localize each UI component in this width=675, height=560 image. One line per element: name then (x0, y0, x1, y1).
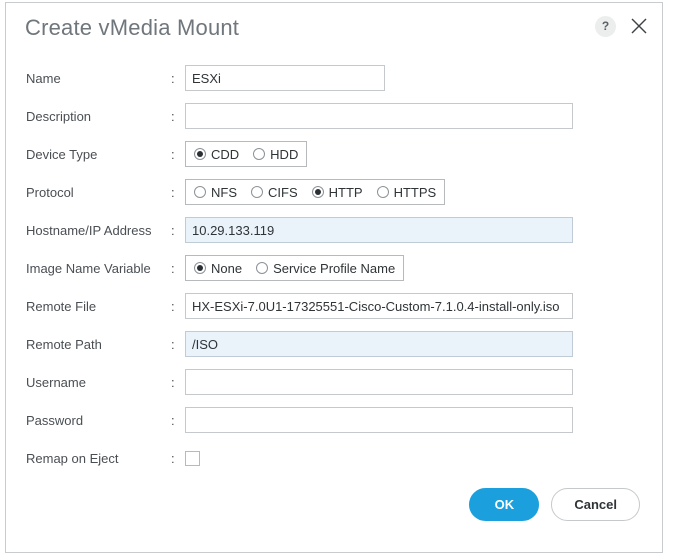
help-icon[interactable]: ? (595, 15, 616, 37)
name-input[interactable] (185, 65, 385, 91)
radio-option-cdd[interactable]: CDD (194, 147, 239, 162)
form-row: Password: (6, 401, 662, 439)
radio-mark-icon (376, 186, 389, 198)
form-body: Name:Description:Device Type:CDDHDDProto… (6, 59, 662, 477)
hostname-ip-address-input[interactable] (185, 217, 573, 243)
radio-mark-icon (256, 262, 269, 274)
radio-option-label: Service Profile Name (273, 260, 396, 276)
field-separator: : (171, 298, 175, 314)
form-row: Hostname/IP Address: (6, 211, 662, 249)
radio-option-label: CDD (211, 146, 240, 162)
field-label: Username (26, 374, 86, 390)
field-separator: : (171, 336, 175, 352)
radio-option-nfs[interactable]: NFS (194, 185, 237, 200)
remote-file-input[interactable] (185, 293, 573, 319)
remote-path-input[interactable] (185, 331, 573, 357)
header-actions: ? (595, 15, 650, 37)
radio-option-label: CIFS (268, 184, 298, 200)
radio-mark-icon (194, 262, 206, 274)
device-type-radio-group: CDD HDD (185, 141, 308, 167)
form-row: Remote Path: (6, 325, 662, 363)
field-separator: : (171, 260, 175, 276)
form-row: Remote File: (6, 287, 662, 325)
field-label: Protocol (26, 184, 74, 200)
radio-option-service-profile-name[interactable]: Service Profile Name (256, 261, 395, 276)
field-label: Description (26, 108, 92, 124)
field-label: Remote Path (26, 336, 102, 352)
field-label: Image Name Variable (26, 260, 151, 276)
radio-option-cifs[interactable]: CIFS (251, 185, 298, 200)
field-separator: : (171, 412, 175, 428)
radio-mark-icon (194, 148, 206, 160)
protocol-radio-group: NFS CIFS HTTP HTTPS (185, 179, 446, 205)
radio-option-label: HTTPS (393, 184, 437, 200)
form-row: Description: (6, 97, 662, 135)
radio-option-hdd[interactable]: HDD (253, 147, 298, 162)
dialog-actions: OK Cancel (469, 488, 640, 521)
radio-option-label: NFS (211, 184, 237, 200)
form-row: Username: (6, 363, 662, 401)
image-name-variable-radio-group: None Service Profile Name (185, 255, 405, 281)
form-row: Remap on Eject: (6, 439, 662, 477)
radio-option-label: HDD (270, 146, 299, 162)
radio-option-http[interactable]: HTTP (311, 184, 363, 200)
dialog-title: Create vMedia Mount (25, 15, 240, 40)
form-row: Image Name Variable: None Service Profile … (6, 249, 662, 287)
username-input[interactable] (185, 369, 573, 395)
radio-option-label: HTTP (328, 184, 363, 200)
radio-mark-icon (253, 148, 266, 160)
screen: Create vMedia Mount ? Name:Description:D… (0, 0, 675, 560)
field-separator: : (171, 184, 175, 200)
form-row: Device Type: CDD HDD (6, 135, 662, 173)
form-row: Protocol: NFS CIFS HTTP HTTPS (6, 173, 662, 211)
field-separator: : (171, 450, 175, 466)
field-label: Remote File (26, 298, 97, 314)
ok-button[interactable]: OK (469, 488, 540, 521)
dialog-header: Create vMedia Mount ? (6, 3, 662, 59)
create-vmedia-mount-dialog: Create vMedia Mount ? Name:Description:D… (5, 2, 663, 553)
radio-option-https[interactable]: HTTPS (376, 184, 437, 200)
field-separator: : (171, 222, 175, 238)
radio-option-none[interactable]: None (194, 261, 242, 276)
radio-mark-icon (194, 186, 206, 198)
field-separator: : (171, 374, 175, 390)
field-label: Name (26, 70, 61, 86)
field-separator: : (171, 70, 175, 86)
cancel-button[interactable]: Cancel (551, 488, 640, 521)
close-icon[interactable] (628, 15, 650, 37)
description-input[interactable] (185, 103, 573, 129)
remap-on-eject-checkbox[interactable] (185, 450, 200, 466)
field-separator: : (171, 108, 175, 124)
field-label: Password (26, 412, 84, 428)
radio-mark-icon (311, 186, 324, 198)
field-label: Device Type (26, 146, 98, 162)
password-input[interactable] (185, 407, 573, 433)
field-separator: : (171, 146, 175, 162)
radio-option-label: None (211, 260, 243, 276)
form-row: Name: (6, 59, 662, 97)
field-label: Hostname/IP Address (26, 222, 152, 238)
radio-mark-icon (251, 186, 263, 198)
field-label: Remap on Eject (26, 450, 119, 466)
dialog-footer: OK Cancel (6, 480, 662, 552)
